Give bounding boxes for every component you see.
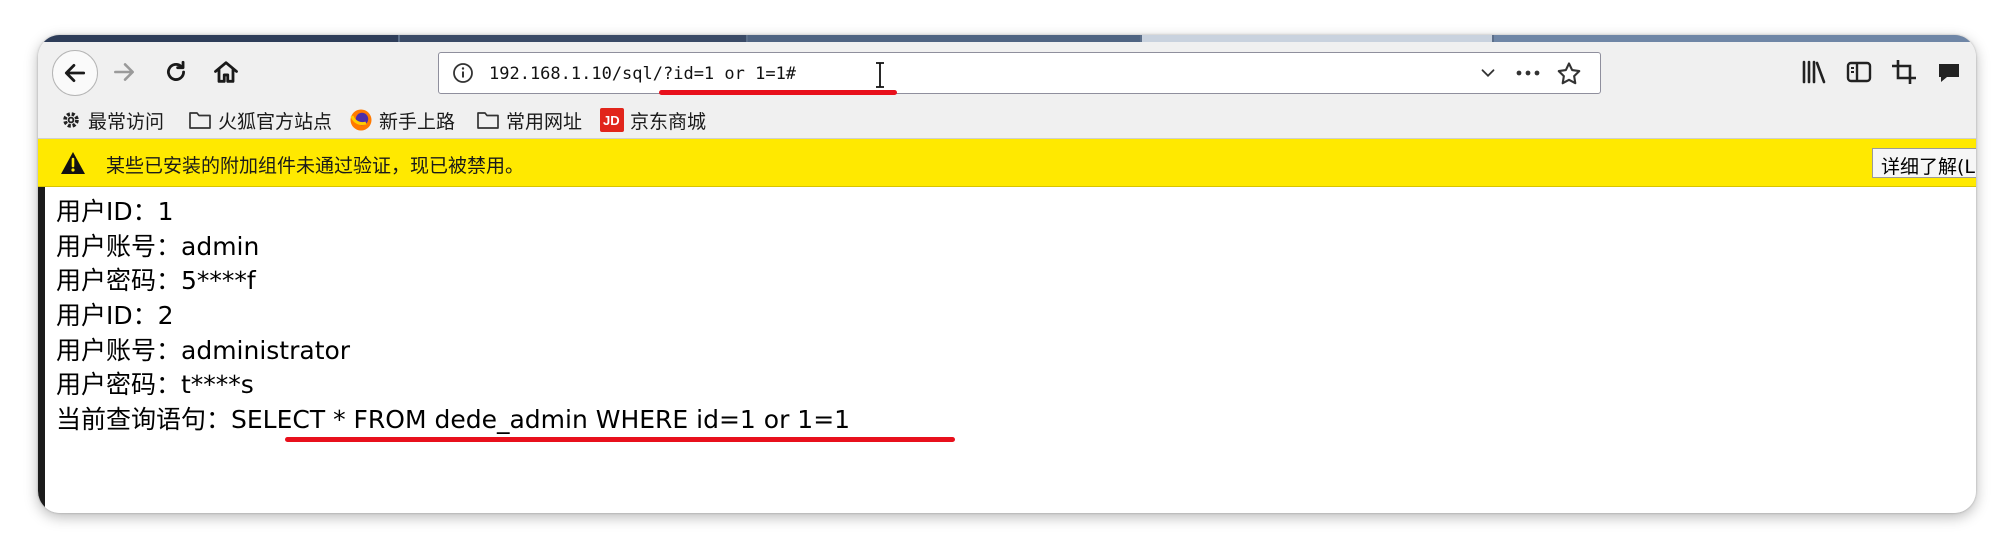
browser-window: 192.168.1.10/sql/?id=1 or 1=1# 最常访问 火狐官方… xyxy=(38,35,1976,513)
result-line: 用户账号：administrator xyxy=(56,335,351,365)
tab-2[interactable] xyxy=(400,35,746,42)
notification-message: 某些已安装的附加组件未通过验证，现已被禁用。 xyxy=(106,155,525,177)
reload-icon xyxy=(167,60,185,81)
learn-more-button[interactable]: 详细了解(L) xyxy=(1872,148,1976,178)
chat-bubble-icon[interactable] xyxy=(1933,56,1965,88)
forward-button[interactable] xyxy=(106,55,142,89)
result-line: 用户密码：5****f xyxy=(56,266,256,296)
result-lines: 用户ID：1 用户账号：admin 用户密码：5****f 用户ID：2 用户账… xyxy=(56,195,850,438)
bookmark-label: 火狐官方站点 xyxy=(218,110,333,133)
address-bar[interactable]: 192.168.1.10/sql/?id=1 or 1=1# xyxy=(438,52,1601,95)
reload-button[interactable] xyxy=(158,55,194,89)
firefox-icon xyxy=(350,109,372,131)
tab-1[interactable] xyxy=(38,35,398,42)
sidebar-icon[interactable] xyxy=(1843,56,1875,88)
tab-strip xyxy=(38,35,1976,42)
page-content: 用户ID：1 用户账号：admin 用户密码：5****f 用户ID：2 用户账… xyxy=(38,187,1976,513)
bookmark-getting-started[interactable]: 新手上路 xyxy=(349,107,455,133)
result-line: 用户密码：t****s xyxy=(56,370,254,400)
url-text[interactable]: 192.168.1.10/sql/?id=1 or 1=1# xyxy=(489,64,796,84)
tab-5[interactable] xyxy=(1494,35,1976,42)
bookmark-jd-mall[interactable]: JD 京东商城 xyxy=(600,107,706,133)
url-annotation-underline xyxy=(659,90,897,95)
jd-icon: JD xyxy=(600,108,624,132)
warning-icon xyxy=(61,152,85,174)
result-line: 用户ID：1 xyxy=(56,197,174,226)
bookmark-star-icon[interactable] xyxy=(1555,60,1583,88)
info-icon[interactable] xyxy=(451,61,475,85)
left-edge xyxy=(38,187,45,513)
text-cursor-icon xyxy=(876,62,884,88)
more-options-icon[interactable] xyxy=(1513,62,1543,84)
navigation-toolbar: 192.168.1.10/sql/?id=1 or 1=1# xyxy=(38,42,1976,102)
bookmark-label: 京东商城 xyxy=(630,110,707,133)
query-annotation-underline xyxy=(285,437,955,442)
tab-4[interactable] xyxy=(1142,35,1492,42)
bookmark-label: 最常访问 xyxy=(88,110,165,133)
bookmark-label: 新手上路 xyxy=(379,110,456,133)
bookmark-most-visited[interactable]: 最常访问 xyxy=(60,107,164,133)
bookmark-firefox-site[interactable]: 火狐官方站点 xyxy=(188,107,332,133)
home-icon xyxy=(214,61,238,83)
jd-icon-text: JD xyxy=(603,113,620,128)
notification-bar: 某些已安装的附加组件未通过验证，现已被禁用。 详细了解(L) xyxy=(38,139,1976,187)
home-button[interactable] xyxy=(208,55,244,89)
gear-icon xyxy=(63,112,79,128)
library-icon[interactable] xyxy=(1798,56,1830,88)
arrow-right-icon xyxy=(114,63,134,81)
folder-icon xyxy=(477,112,499,129)
crop-screenshot-icon[interactable] xyxy=(1888,56,1920,88)
result-line: 用户账号：admin xyxy=(56,231,260,261)
bookmarks-bar: 最常访问 火狐官方站点 新手上路 常用网址 JD 京东商城 xyxy=(38,102,1976,139)
bookmark-label: 常用网址 xyxy=(506,110,583,133)
query-line: 当前查询语句：SELECT * FROM dede_admin WHERE id… xyxy=(56,405,851,435)
folder-icon xyxy=(189,112,211,129)
tab-3[interactable] xyxy=(748,35,1140,42)
bookmark-common-sites[interactable]: 常用网址 xyxy=(476,107,582,133)
chevron-down-icon[interactable] xyxy=(1477,62,1499,84)
arrow-left-icon xyxy=(64,64,86,82)
result-line: 用户ID：2 xyxy=(56,301,174,331)
back-button[interactable] xyxy=(52,50,98,96)
